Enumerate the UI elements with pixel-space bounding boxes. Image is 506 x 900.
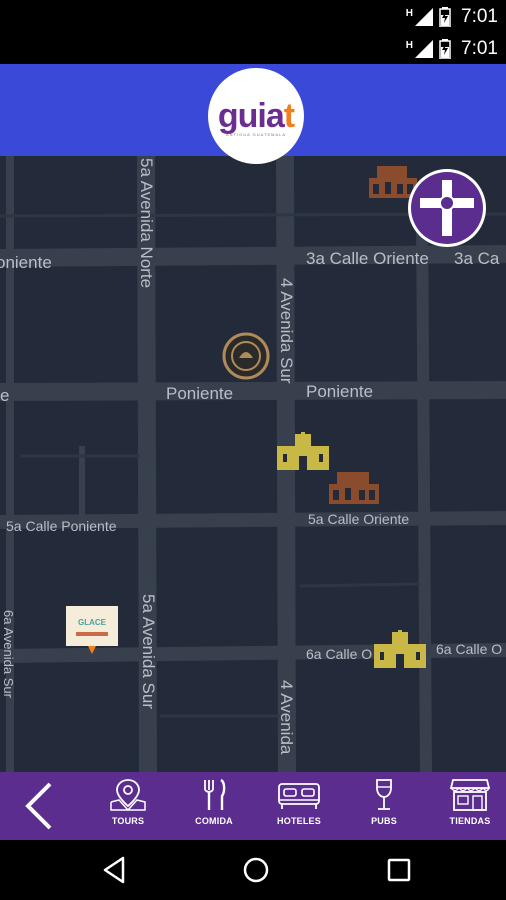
app-header: guiat ANTIGUA GUATEMALA bbox=[0, 64, 506, 164]
shop-logo-text: GLACE bbox=[78, 618, 106, 627]
cross-icon[interactable] bbox=[404, 168, 490, 248]
clock: 7:01 bbox=[461, 38, 498, 59]
street-label: Poniente bbox=[166, 384, 234, 403]
logo-text: guiat bbox=[217, 96, 295, 135]
nav-label: TOURS bbox=[111, 816, 145, 826]
battery-icon bbox=[439, 7, 451, 27]
shop-logo-icon[interactable]: GLACE bbox=[66, 606, 118, 656]
triangle-back-icon[interactable] bbox=[99, 854, 131, 886]
street-label: Poniente bbox=[306, 382, 374, 401]
fork-knife-icon bbox=[204, 778, 226, 810]
church-icon[interactable] bbox=[374, 630, 426, 668]
circle-home-icon[interactable] bbox=[240, 854, 272, 886]
street-label: 5a Calle Poniente bbox=[6, 518, 117, 534]
storefront-icon bbox=[449, 779, 491, 811]
bottom-nav: TOURS COMIDA HOTELES PUBS TIENDAS bbox=[0, 772, 506, 840]
square-recents-icon[interactable] bbox=[383, 854, 415, 886]
nav-label: HOTELES bbox=[277, 816, 321, 826]
chevron-left-icon bbox=[25, 782, 52, 830]
nav-hoteles[interactable]: HOTELES bbox=[259, 778, 339, 838]
street-label: 6a Calle O bbox=[436, 641, 503, 657]
map-pin-icon bbox=[110, 779, 146, 812]
museum-icon[interactable] bbox=[329, 470, 379, 504]
street-label: 3a Ca bbox=[454, 249, 500, 268]
network-type-label: H bbox=[405, 39, 414, 51]
street-label: 3a Calle Oriente bbox=[306, 249, 429, 268]
street-label: 5a Avenida Sur bbox=[139, 594, 158, 709]
nav-label: TIENDAS bbox=[449, 816, 491, 826]
wine-glass-icon bbox=[376, 779, 392, 810]
signal-icon bbox=[415, 8, 434, 26]
street-label: 6a Calle O bbox=[306, 646, 373, 662]
app-logo[interactable]: guiat ANTIGUA GUATEMALA bbox=[208, 68, 304, 164]
bed-icon bbox=[278, 783, 320, 809]
nav-comida[interactable]: COMIDA bbox=[174, 778, 254, 838]
church-icon[interactable] bbox=[277, 432, 329, 470]
system-nav-bar bbox=[0, 840, 506, 900]
signal-icon bbox=[415, 40, 434, 58]
street-label: 6a Avenida Sur bbox=[1, 610, 16, 698]
street-label: e bbox=[0, 386, 10, 405]
status-bar: H 7:01 bbox=[0, 0, 506, 32]
map-view[interactable]: 5a Avenida Norte 4 Avenida Sur 3a Calle … bbox=[0, 156, 506, 772]
back-button[interactable] bbox=[14, 780, 64, 832]
network-type-label: H bbox=[405, 7, 414, 19]
nav-label: PUBS bbox=[371, 816, 397, 826]
clock: 7:01 bbox=[461, 6, 498, 27]
restaurant-logo-icon[interactable] bbox=[221, 332, 271, 380]
street-label: 4 Avenida bbox=[277, 680, 296, 755]
street-label: 5a Avenida Norte bbox=[137, 158, 156, 289]
nav-label: COMIDA bbox=[195, 816, 233, 826]
logo-tagline: ANTIGUA GUATEMALA bbox=[225, 132, 287, 137]
battery-icon bbox=[439, 39, 451, 59]
nav-pubs[interactable]: PUBS bbox=[344, 778, 424, 838]
street-label: oniente bbox=[0, 253, 52, 272]
street-label: 5a Calle Oriente bbox=[308, 511, 410, 527]
status-bar: H 7:01 bbox=[0, 32, 506, 64]
nav-tiendas[interactable]: TIENDAS bbox=[430, 778, 506, 838]
street-label: 4 Avenida Sur bbox=[277, 278, 296, 384]
nav-tours[interactable]: TOURS bbox=[88, 778, 168, 838]
map-roads bbox=[0, 156, 506, 772]
